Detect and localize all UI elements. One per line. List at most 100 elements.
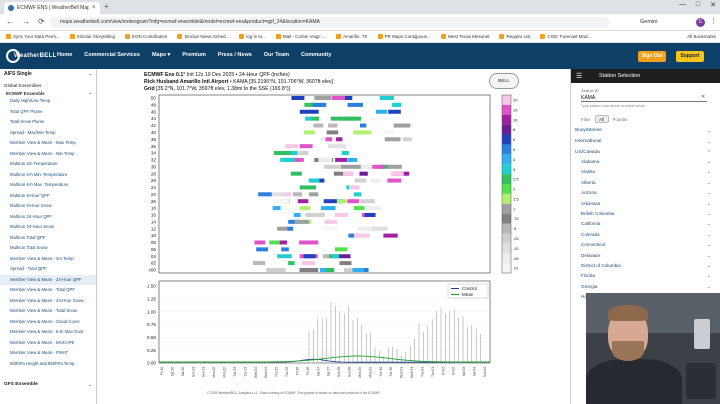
- qpf-xtick-label: Fri 02: [452, 367, 456, 375]
- bookmark-item[interactable]: Sync Your Data Perm...: [6, 34, 60, 39]
- sidebar-product-item[interactable]: 500hPa Height and 850hPa Temp: [0, 359, 96, 370]
- sidebar-product-item[interactable]: Member View & Mean - 6-hr Max Gust: [0, 327, 96, 338]
- nav-commercial-services[interactable]: Commercial Services: [84, 52, 140, 58]
- sidebar-product-item[interactable]: Member View & Mean - Total Snow: [0, 306, 96, 317]
- category-buoy-marine[interactable]: Buoy/Marine: [575, 128, 602, 133]
- minimize-icon[interactable]: —: [679, 1, 686, 9]
- url-input[interactable]: maps.weatherbell.com/view/meteogram?mfg=…: [50, 17, 610, 28]
- sidebar-product-item[interactable]: Member View & Mean - MUCAPE: [0, 338, 96, 349]
- sidebar-product-item[interactable]: Multirun 24-Hour Snow: [0, 222, 96, 233]
- sidebar-product-item[interactable]: Multirun Total Snow: [0, 243, 96, 254]
- qpf-xtick-label: Sun 21: [191, 367, 195, 377]
- heatmap-cell: [277, 226, 288, 231]
- state-list-item[interactable]: Arkansas ⌄: [571, 199, 720, 209]
- bookmark-item[interactable]: Amarillo, TX: [336, 34, 368, 39]
- weatherbell-logo[interactable]: WeatherBELL: [6, 49, 56, 63]
- bookmark-item[interactable]: Sinclair News Sched...: [177, 34, 229, 39]
- sidebar-product-item[interactable]: Multirun 6-h Min. Temperature: [0, 170, 96, 181]
- close-window-icon[interactable]: ✕: [710, 1, 716, 9]
- sidebar-product-item[interactable]: Multirun 24-Hour QPF: [0, 212, 96, 223]
- sidebar-section-global-ensembles[interactable]: Global Ensembles: [4, 83, 41, 88]
- sidebar-product-item[interactable]: Total Snow Plume: [0, 117, 96, 128]
- state-list-item[interactable]: California ⌄: [571, 219, 720, 229]
- sidebar-product-item[interactable]: Member View & Mean - Max Temp: [0, 138, 96, 149]
- sidebar-product-item[interactable]: Member View & Mean - 24-Hour Snow: [0, 296, 96, 307]
- browser-tab[interactable]: ECMWF ENS | WeatherBell Maps ×: [4, 2, 100, 14]
- sidebar-section-aifs[interactable]: AIFS Single: [4, 71, 32, 77]
- colorbar-tick-label: 8: [513, 127, 516, 132]
- state-list-item[interactable]: Connecticut ⌄: [571, 240, 720, 250]
- all-bookmarks-link[interactable]: All Bookmarks: [687, 34, 716, 39]
- category-us-canada[interactable]: US/Canada: [575, 150, 600, 155]
- maximize-icon[interactable]: □: [696, 1, 700, 9]
- reload-icon[interactable]: ⟳: [38, 17, 45, 26]
- bookmark-item[interactable]: Mail - Corbin Voigt -...: [275, 34, 326, 39]
- sidebar-product-item[interactable]: Member View & Mean - Cloud Cover: [0, 317, 96, 328]
- state-list-item[interactable]: Florida ⌄: [571, 271, 720, 281]
- bookmark-item[interactable]: Sinclair Storytelling: [69, 34, 115, 39]
- sidebar-product-item[interactable]: Multirun 6-h Max. Temperature: [0, 180, 96, 191]
- profile-avatar[interactable]: C: [696, 18, 705, 27]
- browser-menu-icon[interactable]: ⋮: [710, 17, 717, 25]
- chevron-down-icon[interactable]: ⌄: [88, 71, 92, 77]
- state-list-item[interactable]: Alabama ⌄: [571, 157, 720, 167]
- sidebar-product-item[interactable]: Member View & Mean - Min Temp: [0, 149, 96, 160]
- chevron-up-icon[interactable]: ⌃: [707, 150, 711, 156]
- state-list-item[interactable]: Alberta ⌄: [571, 178, 720, 188]
- category-international[interactable]: International: [575, 139, 601, 144]
- new-tab-button[interactable]: +: [104, 2, 109, 12]
- sidebar-product-item[interactable]: Multirun 6-Hour Snow: [0, 201, 96, 212]
- bookmark-item[interactable]: log in to...: [239, 34, 266, 39]
- bookmark-item[interactable]: PR Maps Contiguous...: [377, 34, 431, 39]
- chevron-down-icon[interactable]: ⌄: [707, 128, 711, 134]
- sidebar-product-item[interactable]: Daily High/Low Temp: [0, 96, 96, 107]
- nav-home[interactable]: Home: [57, 52, 72, 58]
- sidebar-product-item[interactable]: Total QPF Plume: [0, 107, 96, 118]
- clear-search-icon[interactable]: ✕: [701, 94, 705, 100]
- sign-out-button[interactable]: Sign Out: [638, 51, 666, 62]
- sidebar-product-item[interactable]: Multirun 2m Temperature: [0, 159, 96, 170]
- sidebar-product-item[interactable]: Member View & Mean - PWAT: [0, 348, 96, 359]
- hamburger-menu-icon[interactable]: ☰: [576, 72, 582, 80]
- nav-community[interactable]: Community: [301, 52, 331, 58]
- state-list-item[interactable]: District of Columbia ⌄: [571, 261, 720, 271]
- sidebar-product-item[interactable]: Multirun Total QPF: [0, 233, 96, 244]
- nav-premium[interactable]: Premium: [182, 52, 206, 58]
- nav-maps[interactable]: Maps ▾: [152, 52, 170, 58]
- forward-icon[interactable]: →: [22, 17, 30, 26]
- tab-close-icon[interactable]: ×: [92, 5, 96, 11]
- heatmap-cell: [291, 96, 305, 100]
- bookmark-item[interactable]: West Texas Mesonet: [440, 34, 489, 39]
- heatmap-ytick-label: 08: [151, 240, 157, 245]
- station-search-input[interactable]: KAMA: [581, 94, 707, 102]
- bookmark-item[interactable]: Regular List: [499, 34, 530, 39]
- heatmap-cell: [360, 199, 375, 204]
- back-icon[interactable]: ←: [6, 17, 14, 26]
- nav-press-news[interactable]: Press / News: [218, 52, 252, 58]
- filter-popular-chip[interactable]: Popular: [613, 117, 628, 122]
- bookmark-item[interactable]: EON Contribution: [125, 34, 167, 39]
- state-list-item[interactable]: Colorado ⌄: [571, 230, 720, 240]
- legend-label: Mean: [462, 292, 474, 297]
- gemini-button[interactable]: Gemini: [640, 17, 657, 28]
- chevron-down-icon[interactable]: ⌄: [707, 139, 711, 145]
- state-list-item[interactable]: Delaware ⌄: [571, 251, 720, 261]
- sidebar-product-item[interactable]: Spread - Max/Min Temp: [0, 128, 96, 139]
- state-list-item[interactable]: Arizona ⌄: [571, 188, 720, 198]
- bookmark-item[interactable]: COD: Forecast Mod...: [540, 34, 591, 39]
- sidebar-product-item[interactable]: Member View & Mean - 24-Hour QPF: [0, 274, 96, 285]
- state-list-item[interactable]: Georgia ⌄: [571, 282, 720, 292]
- sidebar-product-item[interactable]: Multirun 6-Hour QPF: [0, 191, 96, 202]
- support-button[interactable]: Support: [676, 51, 704, 62]
- chevron-down-icon[interactable]: ⌄: [88, 382, 92, 388]
- sidebar-product-item[interactable]: Member View & Mean - 2m Temp: [0, 254, 96, 265]
- sidebar-section-gfs-ensemble[interactable]: GFS Ensemble: [4, 382, 38, 387]
- sidebar-product-item[interactable]: Spread - Total QPF: [0, 264, 96, 275]
- sidebar-product-item[interactable]: Member View & Mean - Total QPF: [0, 285, 96, 296]
- nav-our-team[interactable]: Our Team: [264, 52, 289, 58]
- state-list-item[interactable]: British Columbia ⌄: [571, 209, 720, 219]
- colorbar-swatch: [502, 144, 511, 155]
- filter-all-chip[interactable]: All: [594, 115, 609, 123]
- state-list-item[interactable]: Alaska ⌄: [571, 167, 720, 177]
- heatmap-cell: [301, 261, 316, 266]
